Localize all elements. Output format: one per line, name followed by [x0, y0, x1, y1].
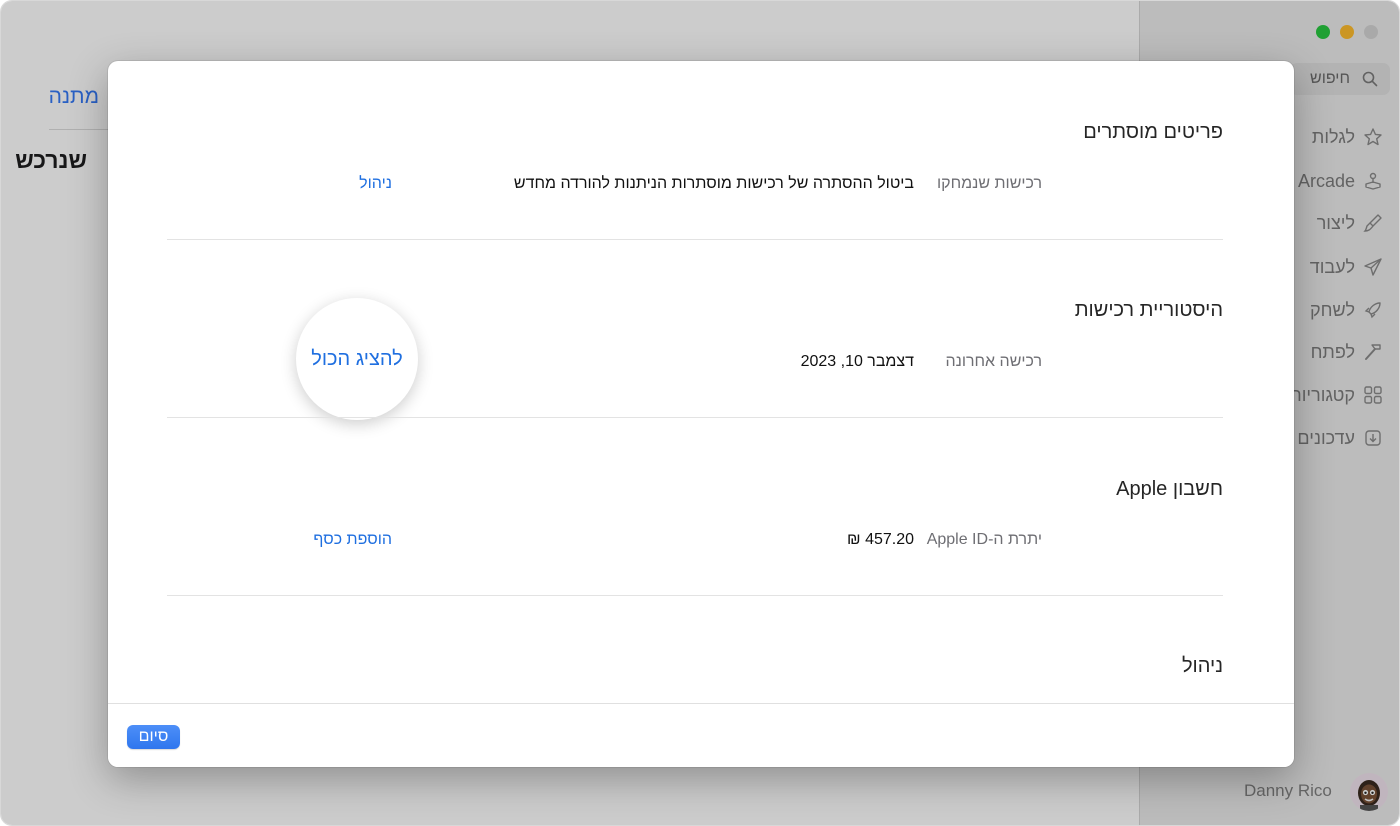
row-value-unhide-purchases: ביטול ההסתרה של רכישות מוסתרות הניתנות ל… [513, 175, 914, 192]
section-divider [167, 239, 1223, 240]
row-label-balance: יתרת ה-Apple ID [926, 531, 1042, 548]
section-divider [167, 417, 1223, 418]
section-title-apple-account: חשבון Apple [1116, 478, 1223, 500]
see-all-label[interactable]: להציג הכול [311, 348, 403, 371]
see-all-link[interactable]: להציג הכול [296, 298, 418, 420]
section-divider [167, 595, 1223, 596]
sheet-footer: סיום [108, 703, 1294, 767]
section-title-manage: ניהול [1181, 655, 1223, 677]
account-settings-sheet: פריטים מוסתרים רכישות שנמחקו ביטול ההסתר… [108, 61, 1294, 767]
add-funds-link[interactable]: הוספת כסף [313, 531, 392, 549]
section-title-hidden-items: פריטים מוסתרים [1083, 121, 1223, 143]
sheet-content: פריטים מוסתרים רכישות שנמחקו ביטול ההסתר… [108, 61, 1294, 703]
app-store-window: מתנה שנרכש חיפוש לגלות Arcade ליצור לעבו… [0, 0, 1400, 826]
row-value-balance: 457.20 ₪ [847, 531, 914, 548]
row-label-last-purchase: רכישה אחרונה [945, 353, 1042, 370]
done-button[interactable]: סיום [127, 725, 180, 749]
section-title-purchase-history: היסטוריית רכישות [1074, 299, 1223, 321]
manage-hidden-link[interactable]: ניהול [359, 175, 392, 193]
row-value-last-purchase-date: דצמבר 10, 2023 [800, 353, 914, 370]
row-label-deleted-purchases: רכישות שנמחקו [937, 175, 1042, 192]
